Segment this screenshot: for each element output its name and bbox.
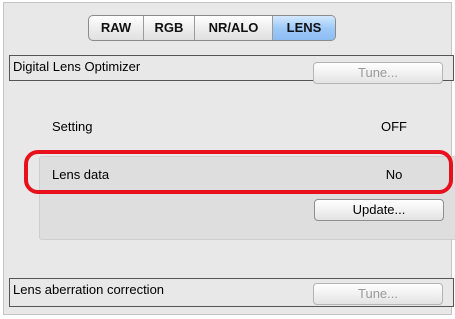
dlo-tune-button[interactable]: Tune... <box>313 62 443 84</box>
digital-lens-optimizer-section: Digital Lens Optimizer Tune... <box>9 55 454 84</box>
screenshot-frame: RAW RGB NR/ALO LENS Digital Lens Optimiz… <box>0 0 455 319</box>
lens-panel: RAW RGB NR/ALO LENS Digital Lens Optimiz… <box>3 2 455 315</box>
highlight-annotation <box>24 150 453 194</box>
update-button[interactable]: Update... <box>314 199 444 221</box>
lens-aberration-correction-section: Lens aberration correction Tune... <box>9 278 454 307</box>
setting-value: OFF <box>381 119 407 134</box>
section-title: Digital Lens Optimizer <box>13 59 141 74</box>
tab-raw[interactable]: RAW <box>89 16 144 40</box>
tab-nr-alo[interactable]: NR/ALO <box>195 16 273 40</box>
tab-lens[interactable]: LENS <box>273 16 335 40</box>
setting-label: Setting <box>52 119 93 134</box>
tab-rgb[interactable]: RGB <box>144 16 195 40</box>
section-title: Lens aberration correction <box>13 282 165 297</box>
lac-tune-button[interactable]: Tune... <box>313 283 443 305</box>
tab-bar: RAW RGB NR/ALO LENS <box>88 15 336 41</box>
